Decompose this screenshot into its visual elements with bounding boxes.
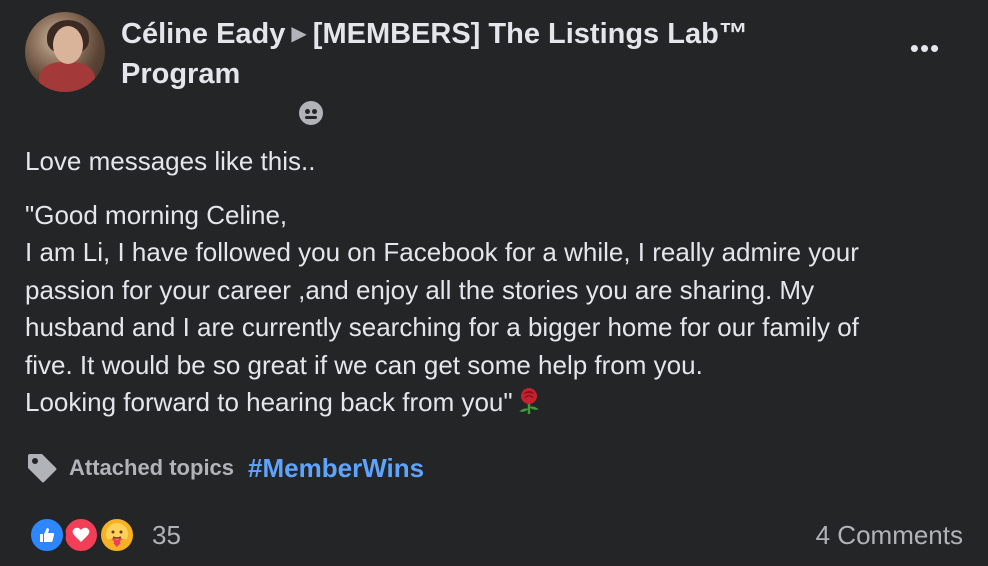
message-line: five. It would be so great if we can get… [25,349,703,380]
message-line: "Good morning Celine, [25,199,288,230]
like-reaction-icon [28,516,66,554]
rose-icon [518,388,539,414]
post-intro: Love messages like this.. [25,146,316,176]
message-line: Looking forward to hearing back from you… [25,387,513,417]
topic-hashtag-link[interactable]: #MemberWins [248,453,424,484]
tag-icon [28,454,57,483]
message-line: I am Li, I have followed you on Facebook… [25,237,859,267]
arrow-right-icon: ▶ [291,23,307,45]
post-header: Céline Eady ▶ [MEMBERS] The Listings Lab™ … [25,12,965,127]
topics-label: Attached topics [69,455,235,480]
reaction-count[interactable]: 35 [152,520,181,551]
attached-topics: Attached topics #MemberWins [25,448,424,488]
message-line: husband and I are currently searching fo… [25,312,859,342]
more-options-icon[interactable]: ••• [903,35,947,61]
love-reaction-icon [62,516,100,554]
author-avatar[interactable] [25,12,105,92]
post-title: Céline Eady ▶ [MEMBERS] The Listings Lab™ … [121,14,781,94]
avatar-face [53,26,83,64]
comments-count-link[interactable]: 4 Comments [816,520,963,551]
post-body: Love messages like this.. "Good morning … [25,143,970,422]
reactions-summary[interactable] [28,516,148,556]
message-last-line: Looking forward to hearing back from you… [25,384,970,422]
care-reaction-icon [98,516,136,554]
message-line: passion for your career ,and enjoy all t… [25,274,815,305]
author-name[interactable]: Céline Eady [121,18,285,50]
post-footer: 35 4 Comments [28,514,963,558]
members-group-icon [299,101,323,125]
avatar-body [39,62,95,92]
